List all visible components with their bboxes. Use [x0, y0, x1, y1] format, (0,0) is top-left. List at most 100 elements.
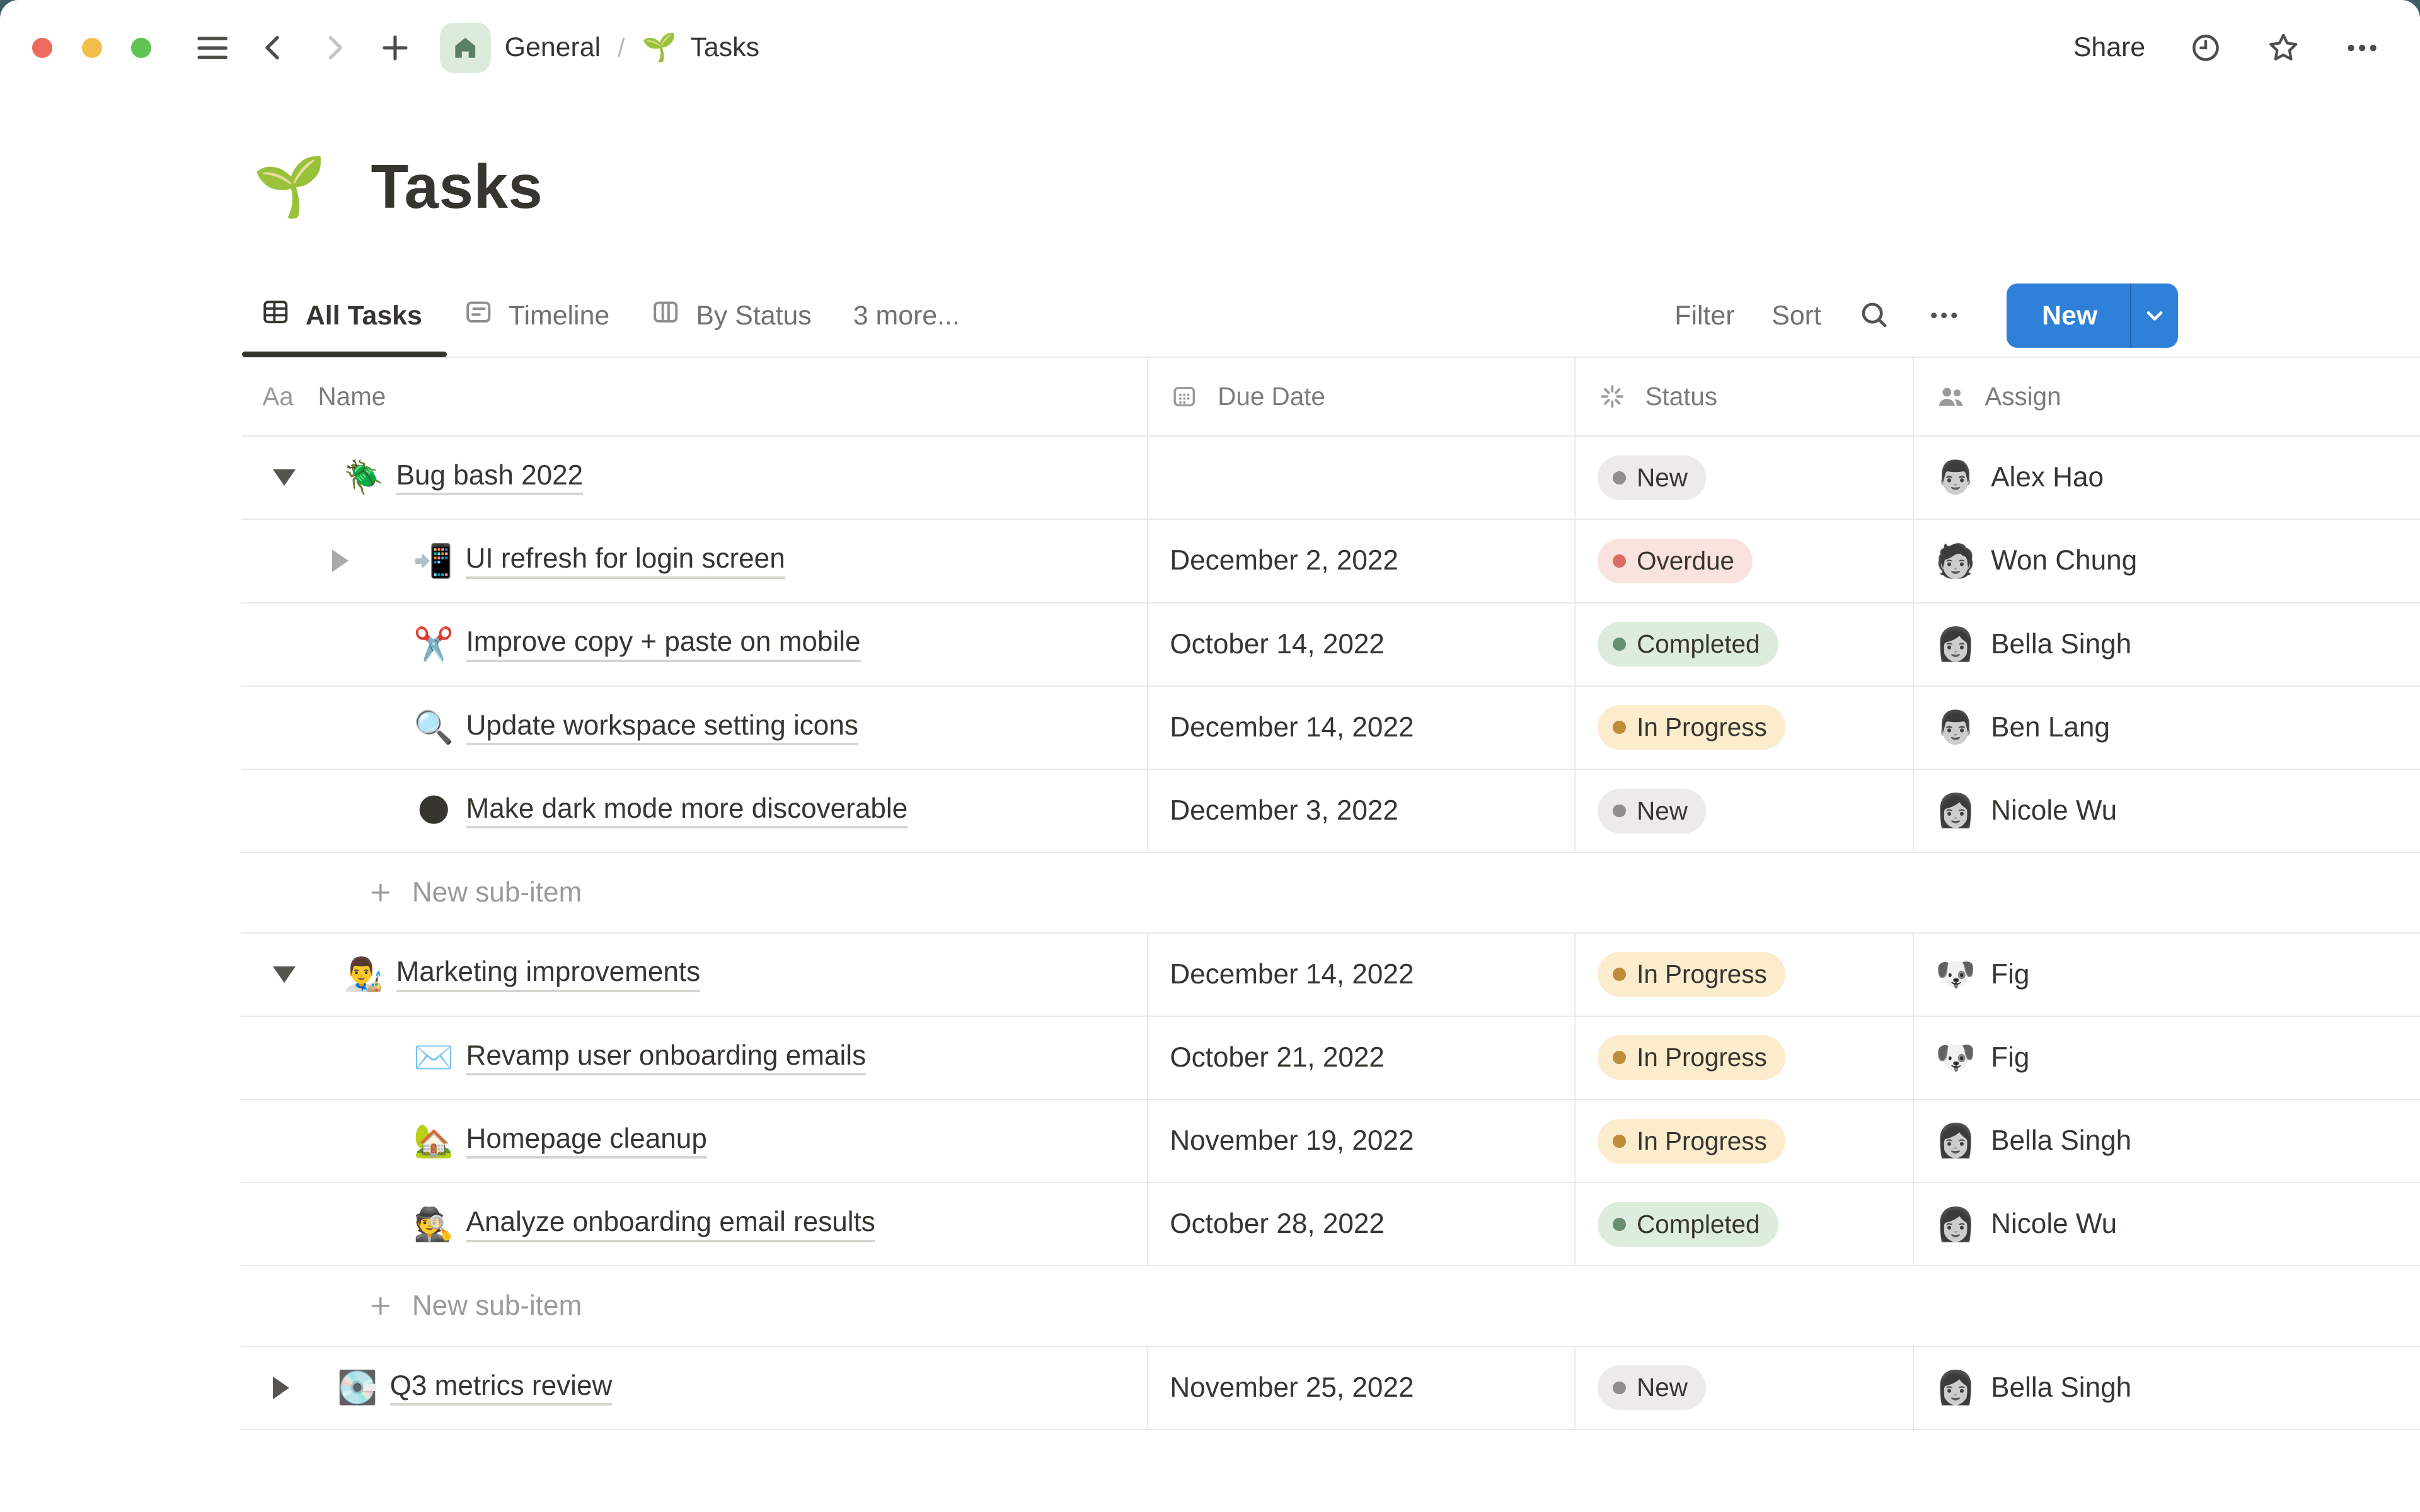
name-cell[interactable]: 🏡 Homepage cleanup [241, 1100, 1149, 1183]
due-date-cell[interactable]: December 2, 2022 [1148, 520, 1576, 602]
assign-cell[interactable]: 👩 Bella Singh [1914, 604, 2420, 685]
assign-cell[interactable]: 🐶 Fig [1914, 934, 2420, 1016]
assign-cell[interactable]: 👩 Bella Singh [1914, 1347, 2420, 1429]
assign-cell[interactable]: 👩 Bella Singh [1914, 1100, 2420, 1182]
column-header-due-date[interactable]: Due Date [1148, 358, 1576, 436]
filter-button[interactable]: Filter [1674, 301, 1734, 331]
task-title-link[interactable]: Update workspace setting icons [466, 710, 858, 746]
task-title-link[interactable]: Homepage cleanup [466, 1123, 707, 1159]
new-button-label[interactable]: New [2007, 284, 2130, 348]
status-cell[interactable]: In Progress [1576, 686, 1914, 769]
status-dot-icon [1613, 804, 1626, 818]
zoom-window-button[interactable] [131, 38, 151, 58]
name-cell[interactable]: 📲 UI refresh for login screen [241, 520, 1149, 602]
star-icon[interactable] [2266, 30, 2301, 66]
seedling-emoji: 🌱 [642, 32, 677, 63]
task-title-link[interactable]: Marketing improvements [396, 956, 701, 992]
tab-timeline[interactable]: Timeline [464, 297, 609, 334]
name-cell[interactable]: 🕵️ Analyze onboarding email results [241, 1183, 1149, 1266]
hamburger-icon[interactable] [195, 30, 230, 66]
task-title-link[interactable]: Make dark mode more discoverable [466, 793, 908, 829]
close-window-button[interactable] [32, 38, 53, 58]
status-cell[interactable]: New [1576, 437, 1914, 519]
assignee-name: Nicole Wu [1991, 795, 2118, 827]
new-sub-item-row[interactable]: New sub-item [241, 853, 2420, 934]
expand-toggle-icon[interactable] [331, 549, 349, 573]
task-title-link[interactable]: Bug bash 2022 [396, 460, 584, 496]
breadcrumb-workspace[interactable]: General [439, 22, 601, 74]
name-cell[interactable]: ✉️ Revamp user onboarding emails [241, 1016, 1149, 1099]
new-sub-item-button[interactable]: New sub-item [241, 853, 582, 932]
due-date-cell[interactable]: October 28, 2022 [1148, 1183, 1576, 1266]
collapse-toggle-icon[interactable] [273, 966, 296, 983]
assign-cell[interactable]: 👨 Ben Lang [1914, 687, 2420, 769]
status-cell[interactable]: In Progress [1576, 1016, 1914, 1099]
breadcrumb-page[interactable]: 🌱 Tasks [642, 32, 759, 63]
column-header-name[interactable]: Aa Name [241, 358, 1149, 436]
name-cell[interactable]: 💽 Q3 metrics review [241, 1346, 1149, 1429]
clock-icon[interactable] [2189, 31, 2223, 65]
due-date-cell[interactable]: October 21, 2022 [1148, 1016, 1576, 1099]
task-title-link[interactable]: Analyze onboarding email results [466, 1206, 875, 1242]
tab-all-tasks[interactable]: All Tasks [242, 297, 446, 358]
status-label: In Progress [1637, 1126, 1767, 1155]
name-cell[interactable]: 🔍 Update workspace setting icons [241, 686, 1149, 769]
due-date-cell[interactable] [1148, 437, 1576, 519]
status-cell[interactable]: In Progress [1576, 1100, 1914, 1183]
search-icon[interactable] [1858, 299, 1891, 331]
back-chevron-icon[interactable] [258, 32, 290, 64]
collapse-toggle-icon[interactable] [273, 469, 296, 486]
assign-cell[interactable]: 👩 Nicole Wu [1914, 1183, 2420, 1265]
task-title-link[interactable]: Revamp user onboarding emails [466, 1040, 867, 1076]
forward-chevron-icon[interactable] [318, 32, 350, 64]
assign-cell[interactable]: 🧑 Won Chung [1914, 520, 2420, 602]
minimize-window-button[interactable] [81, 38, 102, 58]
sort-button[interactable]: Sort [1772, 301, 1821, 331]
task-title-link[interactable]: Improve copy + paste on mobile [466, 626, 861, 662]
table-row: 🪲 Bug bash 2022 New 👨 Alex Hao [241, 437, 2420, 520]
chevron-down-icon[interactable] [2131, 284, 2177, 348]
new-moon-emoji: 🌑 [417, 792, 451, 829]
table-row: 💽 Q3 metrics review November 25, 2022 Ne… [241, 1346, 2420, 1431]
expand-toggle-icon[interactable] [273, 1376, 289, 1399]
name-cell[interactable]: 🪲 Bug bash 2022 [241, 437, 1149, 519]
due-date-cell[interactable]: November 19, 2022 [1148, 1100, 1576, 1183]
due-date-cell[interactable]: October 14, 2022 [1148, 603, 1576, 685]
status-cell[interactable]: Completed [1576, 603, 1914, 685]
phone-arrow-emoji: 📲 [413, 542, 454, 579]
status-cell[interactable]: New [1576, 769, 1914, 852]
nav-icons [195, 30, 412, 66]
status-cell[interactable]: New [1576, 1346, 1914, 1429]
new-button[interactable]: New [2006, 283, 2178, 348]
status-cell[interactable]: Overdue [1576, 520, 1914, 602]
name-cell[interactable]: 🌑 Make dark mode more discoverable [241, 769, 1149, 852]
column-header-status[interactable]: Status [1576, 358, 1914, 436]
table-grid-icon [261, 297, 291, 334]
assign-cell[interactable]: 🐶 Fig [1914, 1017, 2420, 1099]
new-page-plus-icon[interactable] [378, 31, 412, 65]
due-date-cell[interactable]: November 25, 2022 [1148, 1346, 1576, 1429]
view-tabbar: All Tasks Timeline By Status 3 more... F… [241, 275, 2420, 358]
page-icon-seedling-emoji[interactable]: 🌱 [253, 157, 326, 216]
share-button[interactable]: Share [2073, 32, 2145, 63]
status-cell[interactable]: In Progress [1576, 933, 1914, 1016]
new-sub-item-button[interactable]: New sub-item [241, 1266, 582, 1345]
task-title-link[interactable]: Q3 metrics review [389, 1370, 613, 1406]
name-cell[interactable]: ✂️ Improve copy + paste on mobile [241, 603, 1149, 685]
new-sub-item-row[interactable]: New sub-item [241, 1266, 2420, 1347]
assign-cell[interactable]: 👨 Alex Hao [1914, 437, 2420, 518]
status-dot-icon [1613, 1051, 1626, 1065]
due-date-cell[interactable]: December 14, 2022 [1148, 686, 1576, 769]
more-options-icon[interactable] [2344, 30, 2380, 66]
column-header-assign[interactable]: Assign [1914, 358, 2420, 435]
due-date-cell[interactable]: December 3, 2022 [1148, 769, 1576, 852]
assign-cell[interactable]: 👩 Nicole Wu [1914, 770, 2420, 852]
page-header: 🌱 Tasks [241, 96, 2420, 234]
due-date-cell[interactable]: December 14, 2022 [1148, 933, 1576, 1016]
name-cell[interactable]: 👨‍🎨 Marketing improvements [241, 933, 1149, 1016]
view-options-ellipsis-icon[interactable] [1928, 299, 1960, 331]
tab-by-status[interactable]: By Status [651, 297, 812, 334]
status-cell[interactable]: Completed [1576, 1183, 1914, 1266]
task-title-link[interactable]: UI refresh for login screen [465, 543, 785, 579]
more-tabs-button[interactable]: 3 more... [853, 301, 960, 331]
